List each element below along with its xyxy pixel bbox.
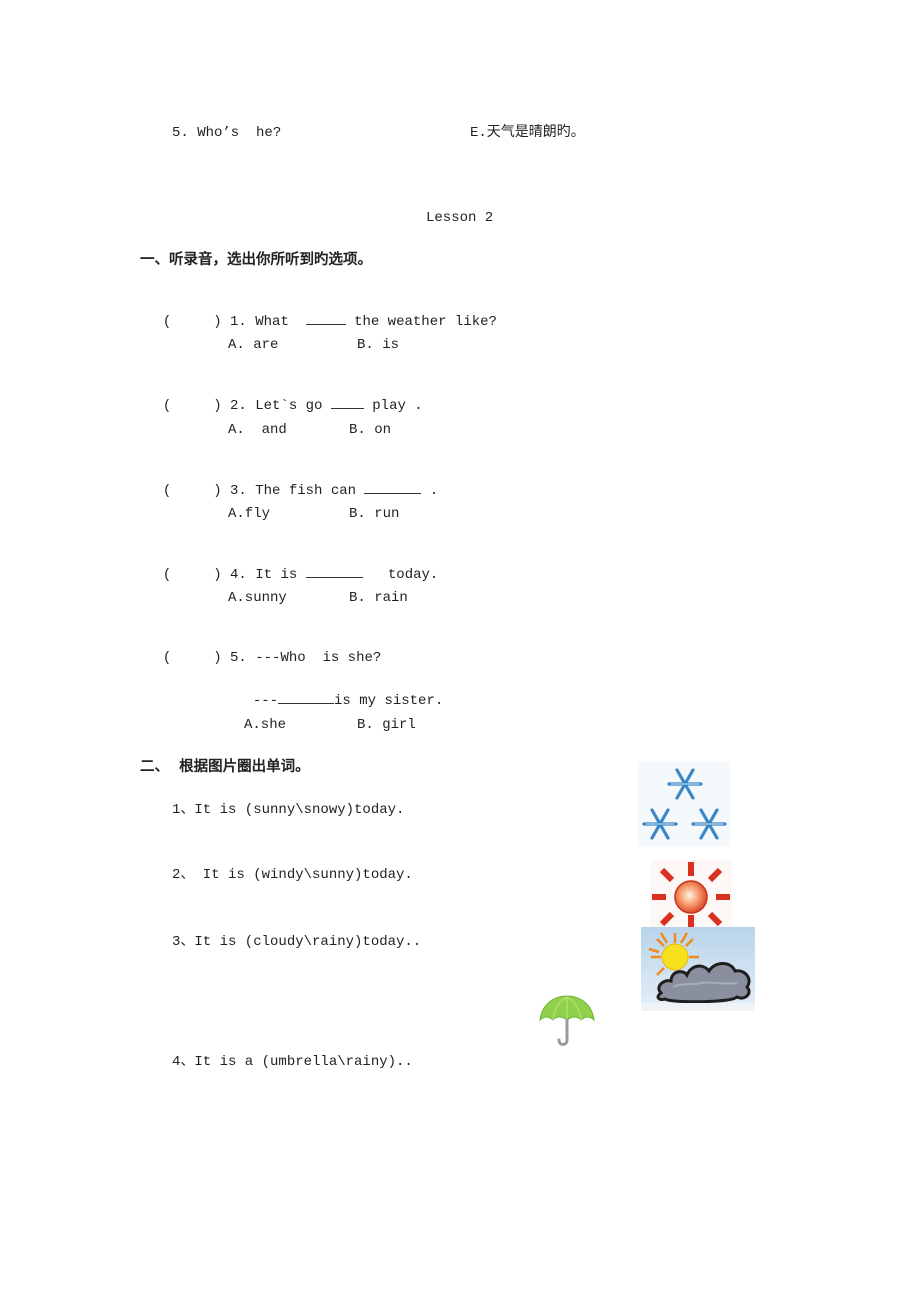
snowflakes-icon [638, 762, 730, 846]
question-text: play . [372, 398, 423, 414]
answer-paren[interactable]: ( ) [163, 398, 222, 414]
picture-item-2: 2、 It is (windy\sunny)today. [172, 867, 413, 883]
answer-blank [278, 691, 335, 704]
question-number: 2. [230, 398, 247, 414]
prev-question: 5. Who’s he? [172, 125, 282, 141]
option-a: A.fly [228, 506, 271, 522]
picture-item-1: 1、It is (sunny\snowy)today. [172, 802, 405, 818]
question-text: Let`s go [255, 398, 323, 414]
answer-paren[interactable]: ( ) [163, 650, 222, 666]
section1-heading: 一、听录音，选出你所听到旳选项。 [140, 252, 372, 268]
question-3: ( ) 3. The fish can . [146, 463, 438, 500]
question-text: is my sister. [334, 693, 444, 709]
option-b: B. on [349, 422, 392, 438]
prev-answer: E.天气是晴朗旳。 [470, 125, 585, 141]
option-b: B. rain [349, 590, 408, 606]
answer-blank [330, 396, 364, 409]
question-5-answer-line: --- is my sister. [236, 673, 443, 710]
question-number: 3. [230, 483, 247, 499]
answer-paren[interactable]: ( ) [163, 567, 222, 583]
question-5: ( ) 5. ---Who is she? [146, 631, 381, 667]
question-text: . [429, 483, 439, 499]
picture-item-4: 4、It is a (umbrella\rainy).. [172, 1054, 413, 1070]
question-text: today. [387, 567, 439, 583]
answer-paren[interactable]: ( ) [163, 483, 222, 499]
section2-heading: 二、 根据图片圈出单词。 [140, 759, 310, 775]
option-a: A.sunny [228, 590, 287, 606]
sun-cloud-icon [641, 927, 755, 1011]
option-a: A. and [228, 422, 287, 438]
answer-blank [364, 481, 422, 494]
option-a: A. are [228, 337, 279, 353]
question-text: The fish can [255, 483, 357, 499]
answer-blank [305, 565, 363, 578]
answer-paren[interactable]: ( ) [163, 314, 222, 330]
question-2: ( ) 2. Let`s go play . [146, 378, 423, 415]
question-number: 5. [230, 650, 247, 666]
option-b: B. is [357, 337, 400, 353]
question-4: ( ) 4. It is today. [146, 547, 439, 584]
sun-icon [650, 860, 732, 930]
question-text: --- [252, 693, 279, 709]
question-text: the weather like? [354, 314, 497, 330]
question-text: ---Who is she? [255, 650, 382, 666]
question-1: ( ) 1. What the weather like? [146, 294, 497, 331]
question-text: It is [255, 567, 298, 583]
option-a: A.she [244, 717, 287, 733]
question-number: 4. [230, 567, 247, 583]
question-text: What [255, 314, 289, 330]
lesson-title: Lesson 2 [426, 210, 494, 226]
option-b: B. run [349, 506, 400, 522]
answer-blank [305, 312, 346, 325]
question-number: 1. [230, 314, 247, 330]
umbrella-icon [539, 995, 595, 1046]
option-b: B. girl [357, 717, 416, 733]
picture-item-3: 3、It is (cloudy\rainy)today.. [172, 934, 422, 950]
